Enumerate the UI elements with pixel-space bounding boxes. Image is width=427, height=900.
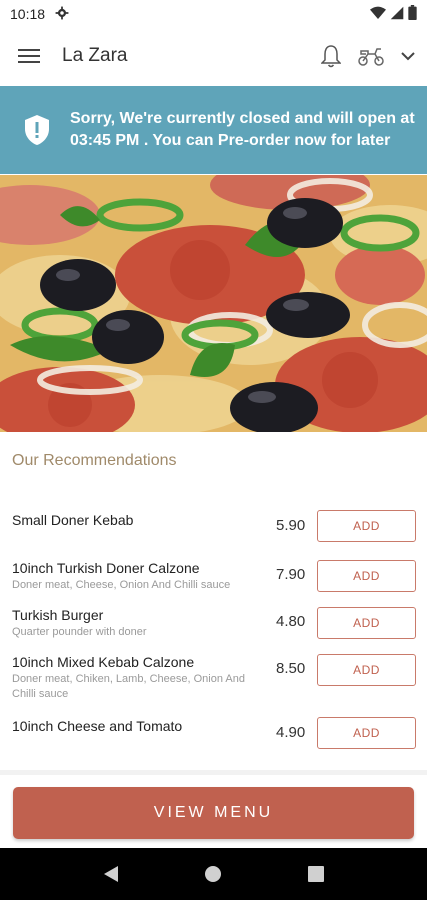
shield-alert-icon (22, 114, 52, 146)
add-button[interactable]: ADD (317, 654, 416, 686)
scooter-icon[interactable] (357, 46, 385, 66)
item-name: 10inch Mixed Kebab Calzone (12, 654, 195, 670)
item-name: 10inch Cheese and Tomato (12, 718, 183, 734)
status-time: 10:18 (10, 6, 46, 22)
section-divider (0, 770, 427, 775)
add-button[interactable]: ADD (317, 510, 416, 542)
item-price: 5.90 (276, 517, 306, 534)
item-description: Doner meat, Chiken, Lamb, Cheese, Onion … (12, 673, 245, 700)
item-name: Turkish Burger (12, 607, 104, 623)
item-price: 4.80 (276, 613, 306, 630)
view-menu-button[interactable]: VIEW MENU (13, 787, 414, 839)
add-button[interactable]: ADD (317, 607, 416, 639)
item-price: 7.90 (276, 566, 306, 583)
app-bar-actions (321, 44, 415, 68)
menu-icon[interactable] (18, 48, 40, 64)
recents-icon[interactable] (296, 854, 336, 894)
chevron-down-icon[interactable] (401, 51, 415, 61)
status-indicators (370, 5, 417, 23)
wifi-icon (370, 6, 386, 23)
battery-icon (408, 5, 417, 23)
app-screen: 10:18 La Zara Sorry, We're currently clo… (0, 0, 427, 900)
bell-icon[interactable] (321, 44, 341, 68)
status-bar: 10:18 (0, 0, 427, 28)
hero-pizza-image (0, 175, 427, 432)
recommendations-title: Our Recommendations (12, 452, 177, 469)
signal-icon (390, 6, 404, 23)
add-button[interactable]: ADD (317, 717, 416, 749)
item-price: 8.50 (276, 660, 306, 677)
item-name: Small Doner Kebab (12, 512, 134, 528)
closed-banner: Sorry, We're currently closed and will o… (0, 86, 427, 174)
home-icon[interactable] (193, 854, 233, 894)
item-description: Doner meat, Cheese, Onion And Chilli sau… (12, 579, 231, 591)
add-button[interactable]: ADD (317, 560, 416, 592)
item-price: 4.90 (276, 724, 306, 741)
system-nav-bar (0, 848, 427, 900)
app-bar: La Zara (0, 28, 427, 84)
item-description: Quarter pounder with doner (12, 626, 147, 638)
app-title: La Zara (62, 45, 128, 66)
gear-icon (55, 6, 69, 23)
item-name: 10inch Turkish Doner Calzone (12, 560, 200, 576)
back-icon[interactable] (91, 854, 131, 894)
closed-message: Sorry, We're currently closed and will o… (70, 110, 415, 149)
